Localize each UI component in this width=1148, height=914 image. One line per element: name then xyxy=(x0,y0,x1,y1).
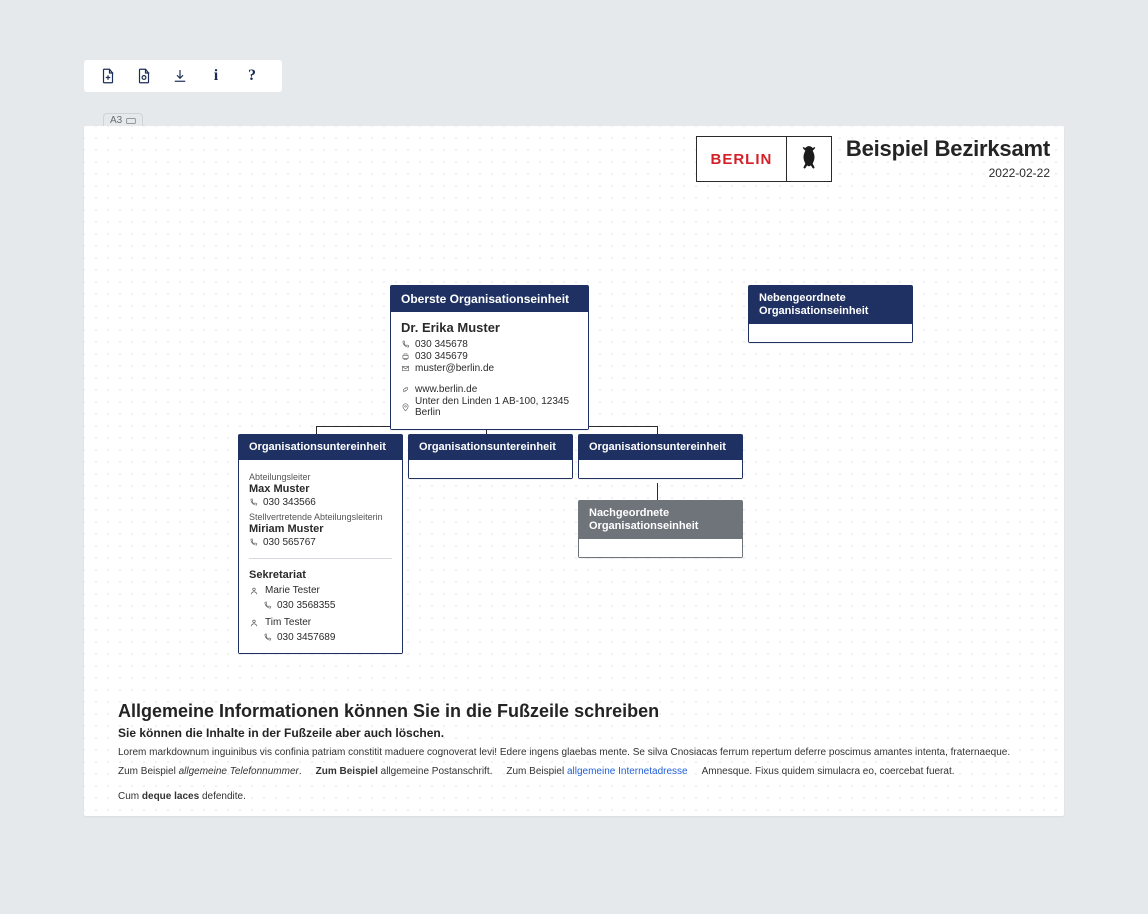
org-root-phone: 030 345678 xyxy=(415,339,468,350)
fax-icon xyxy=(401,352,410,361)
paper-size-tab[interactable]: A3 xyxy=(103,113,143,127)
berlin-logo-text: BERLIN xyxy=(697,137,787,181)
org-root-web: www.berlin.de xyxy=(415,384,477,395)
add-document-button[interactable] xyxy=(92,60,124,92)
document-footer: Allgemeine Informationen können Sie in d… xyxy=(118,701,1030,802)
duplicate-document-icon xyxy=(135,67,153,85)
berlin-logo: BERLIN xyxy=(696,136,832,182)
footer-item-b: Zum Beispiel allgemeine Postanschrift. xyxy=(316,766,493,777)
document-date: 2022-02-22 xyxy=(989,166,1050,180)
phone-icon xyxy=(263,601,272,610)
footer-paragraph: Lorem markdownum inguinibus vis confinia… xyxy=(118,746,1030,760)
person-icon xyxy=(249,586,259,596)
phone-icon xyxy=(249,538,258,547)
org-card-sub[interactable]: Nachgeordnete Organisationseinheit xyxy=(578,500,743,558)
org-card-child-2[interactable]: Organisationsuntereinheit xyxy=(578,434,743,479)
org-side-line2: Organisationseinheit xyxy=(759,305,902,318)
org-root-person: Dr. Erika Muster xyxy=(401,320,578,335)
footer-item-d: Amnesque. Fixus quidem simulacra eo, coe… xyxy=(702,766,955,777)
footer-item-a: Zum Beispiel allgemeine Telefonnummer. xyxy=(118,766,302,777)
org-card-title: Oberste Organisationseinheit xyxy=(391,286,588,312)
org-root-email: muster@berlin.de xyxy=(415,363,494,374)
document-title: Beispiel Bezirksamt xyxy=(846,136,1050,162)
org-side-line1: Nebengeordnete xyxy=(759,292,902,305)
org-card-child-1[interactable]: Organisationsuntereinheit xyxy=(408,434,573,479)
org-child0-staff0-phone: 030 3568355 xyxy=(277,600,335,611)
toolbar: i ? xyxy=(84,60,282,92)
org-child0-deputy-phone: 030 565767 xyxy=(263,537,316,548)
org-child0-leader-phone: 030 343566 xyxy=(263,497,316,508)
org-card-root[interactable]: Oberste Organisationseinheit Dr. Erika M… xyxy=(390,285,589,430)
connector xyxy=(657,426,658,434)
help-icon: ? xyxy=(248,67,256,85)
link-icon xyxy=(401,385,410,394)
phone-icon xyxy=(263,633,272,642)
footer-heading: Allgemeine Informationen können Sie in d… xyxy=(118,701,1030,722)
duplicate-document-button[interactable] xyxy=(128,60,160,92)
org-child0-title: Organisationsuntereinheit xyxy=(239,435,402,460)
person-icon xyxy=(249,618,259,628)
org-child0-staff0-name: Marie Tester xyxy=(265,585,320,596)
footer-link[interactable]: allgemeine Internetadresse xyxy=(567,766,688,777)
org-child0-leader-role: Abteilungsleiter xyxy=(249,472,392,482)
add-document-icon xyxy=(99,67,117,85)
org-sub-line1: Nachgeordnete xyxy=(589,507,732,520)
org-child0-section-title: Sekretariat xyxy=(249,569,392,581)
info-icon: i xyxy=(214,67,218,85)
email-icon xyxy=(401,364,410,373)
footer-subheading: Sie können die Inhalte in der Fußzeile a… xyxy=(118,726,1030,740)
help-button[interactable]: ? xyxy=(236,60,268,92)
org-child1-title: Organisationsuntereinheit xyxy=(409,435,572,460)
org-child0-staff1-phone: 030 3457689 xyxy=(277,632,335,643)
berlin-bear-icon xyxy=(787,137,831,181)
connector xyxy=(316,426,317,434)
org-root-address: Unter den Linden 1 AB-100, 12345 Berlin xyxy=(415,396,578,418)
org-card-child-0[interactable]: Organisationsuntereinheit Abteilungsleit… xyxy=(238,434,403,654)
paper-size-label: A3 xyxy=(110,115,122,126)
org-child0-staff1-name: Tim Tester xyxy=(265,617,311,628)
phone-icon xyxy=(401,340,410,349)
org-root-fax: 030 345679 xyxy=(415,351,468,362)
footer-item-c: Zum Beispiel allgemeine Internetadresse xyxy=(506,766,687,777)
document-header: BERLIN Beispiel Bezirksamt 2022-02-22 xyxy=(696,136,1050,182)
org-child2-title: Organisationsuntereinheit xyxy=(579,435,742,460)
location-icon xyxy=(401,403,410,412)
org-child0-leader-name: Max Muster xyxy=(249,483,392,495)
connector xyxy=(657,483,658,500)
org-child0-deputy-name: Miriam Muster xyxy=(249,523,392,535)
org-card-side[interactable]: Nebengeordnete Organisationseinheit xyxy=(748,285,913,343)
download-icon xyxy=(171,67,189,85)
canvas[interactable]: BERLIN Beispiel Bezirksamt 2022-02-22 Ob… xyxy=(84,126,1064,816)
phone-icon xyxy=(249,498,258,507)
org-child0-deputy-role: Stellvertretende Abteilungsleiterin xyxy=(249,512,392,522)
footer-row: Zum Beispiel allgemeine Telefonnummer. Z… xyxy=(118,766,1030,802)
download-button[interactable] xyxy=(164,60,196,92)
footer-item-e: Cum deque laces defendite. xyxy=(118,791,246,802)
info-button[interactable]: i xyxy=(200,60,232,92)
landscape-icon xyxy=(126,117,136,125)
org-sub-line2: Organisationseinheit xyxy=(589,520,732,533)
